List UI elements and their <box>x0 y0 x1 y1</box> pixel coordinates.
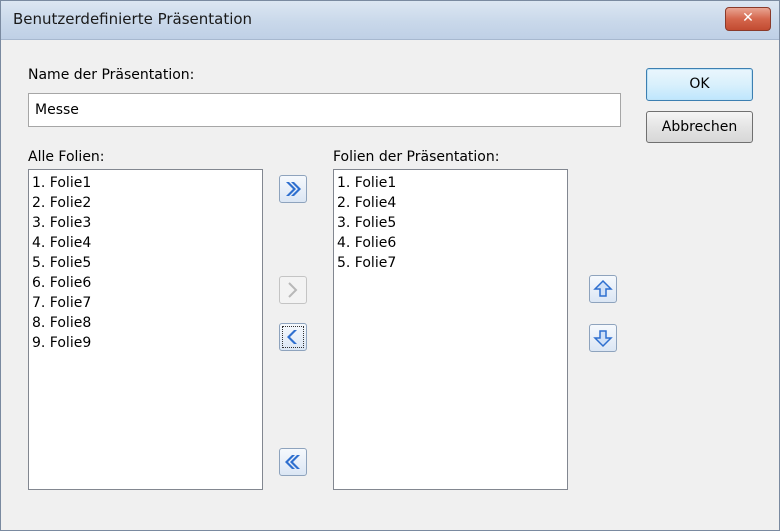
list-item[interactable]: 6. Folie6 <box>32 273 259 293</box>
arrow-down-icon <box>593 330 613 348</box>
chevron-right-icon <box>288 282 298 298</box>
dialog-title: Benutzerdefinierte Präsentation <box>13 10 253 28</box>
all-slides-list[interactable]: 1. Folie1 2. Folie2 3. Folie3 4. Folie4 5. F… <box>28 169 263 490</box>
add-button[interactable] <box>279 276 307 304</box>
presentation-name-value: Messe <box>35 102 79 118</box>
list-item[interactable]: 8. Folie8 <box>32 313 259 333</box>
move-up-button[interactable] <box>589 275 617 303</box>
custom-presentation-dialog: Benutzerdefinierte Präsentation ✕ Name d… <box>0 0 780 531</box>
double-chevron-left-icon <box>285 455 300 469</box>
chevron-left-icon <box>287 330 297 344</box>
presentation-slides-label: Folien der Präsentation: <box>333 149 500 165</box>
add-all-button[interactable] <box>279 175 307 203</box>
name-field-label: Name der Präsentation: <box>28 67 194 83</box>
list-item[interactable]: 3. Folie5 <box>337 213 564 233</box>
ok-button[interactable]: OK <box>646 68 753 101</box>
arrow-up-icon <box>593 279 613 297</box>
list-item[interactable]: 2. Folie4 <box>337 193 564 213</box>
list-item[interactable]: 3. Folie3 <box>32 213 259 233</box>
double-chevron-right-icon <box>286 182 301 196</box>
move-down-button[interactable] <box>589 324 617 352</box>
all-slides-label: Alle Folien: <box>28 149 105 165</box>
remove-button[interactable] <box>279 323 307 351</box>
close-button[interactable]: ✕ <box>725 7 771 31</box>
list-item[interactable]: 7. Folie7 <box>32 293 259 313</box>
list-item[interactable]: 1. Folie1 <box>337 173 564 193</box>
list-item[interactable]: 1. Folie1 <box>32 173 259 193</box>
list-item[interactable]: 5. Folie7 <box>337 253 564 273</box>
close-icon: ✕ <box>742 10 754 26</box>
list-item[interactable]: 2. Folie2 <box>32 193 259 213</box>
list-item[interactable]: 4. Folie6 <box>337 233 564 253</box>
title-bar[interactable]: Benutzerdefinierte Präsentation ✕ <box>1 1 779 40</box>
name-field-label-text: Name der Präsentation: <box>28 67 195 83</box>
list-item[interactable]: 5. Folie5 <box>32 253 259 273</box>
remove-all-button[interactable] <box>279 448 307 476</box>
presentation-slides-list[interactable]: 1. Folie1 2. Folie4 3. Folie5 4. Folie6 5. F… <box>333 169 568 490</box>
list-item[interactable]: 9. Folie9 <box>32 333 259 353</box>
presentation-name-input[interactable]: Messe <box>28 93 621 127</box>
cancel-button[interactable]: Abbrechen <box>646 111 753 143</box>
list-item[interactable]: 4. Folie4 <box>32 233 259 253</box>
